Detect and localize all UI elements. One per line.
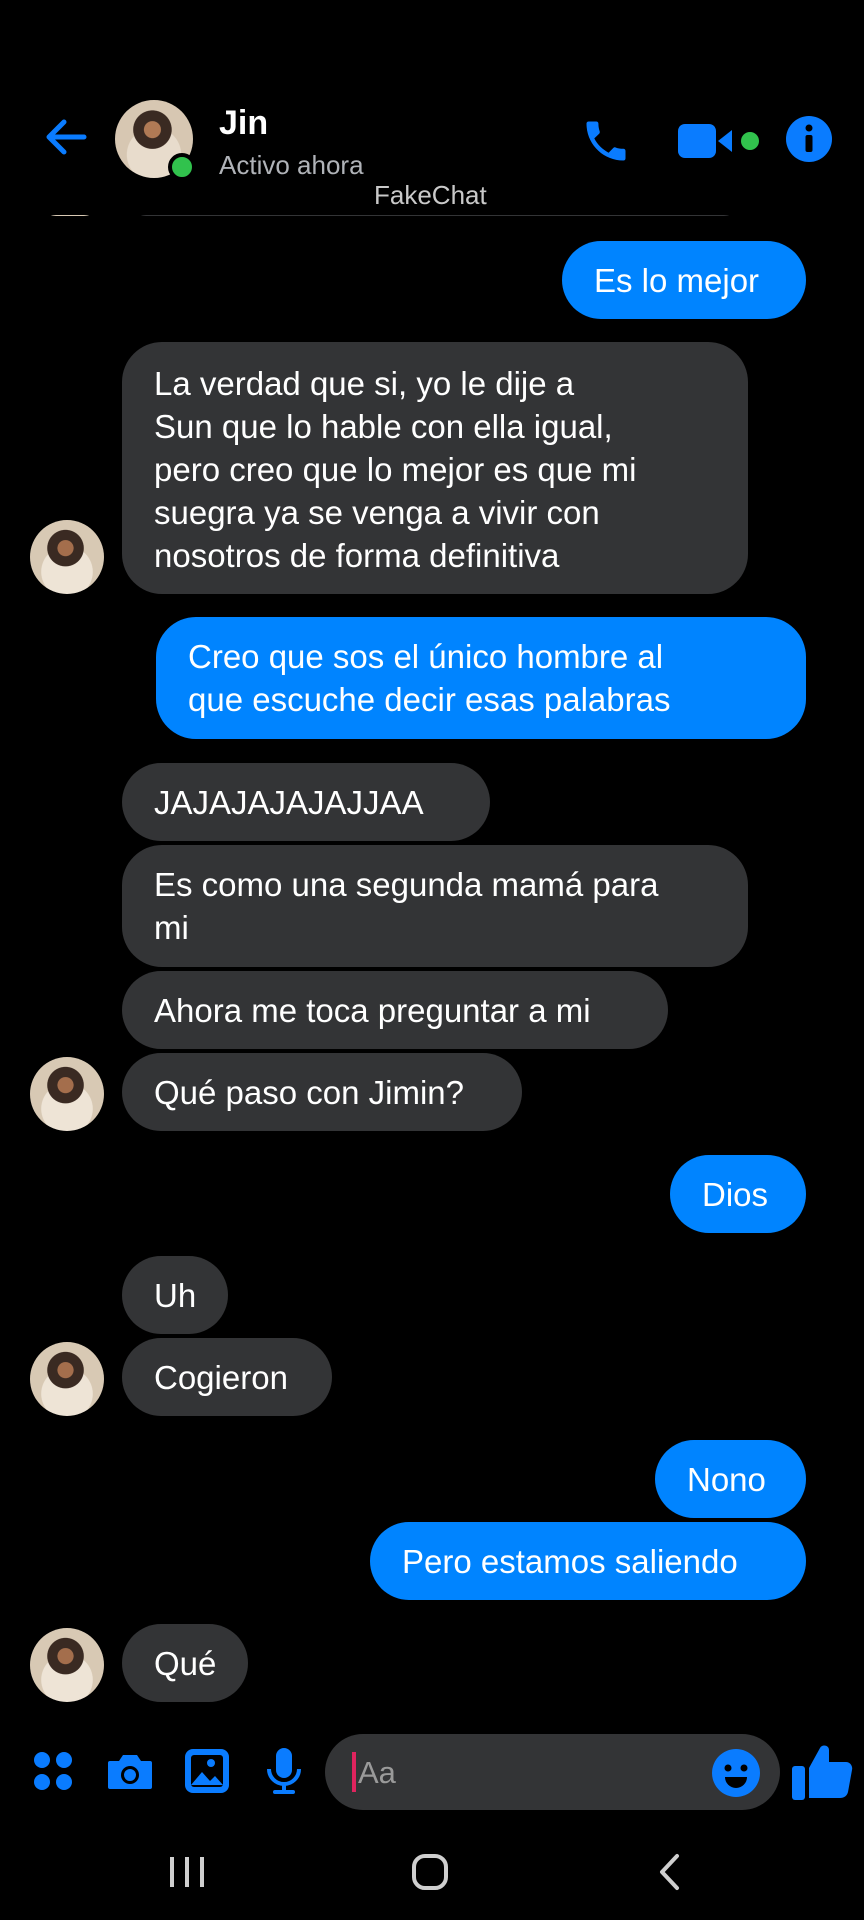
contact-avatar[interactable]: [115, 100, 196, 181]
message-bubble-sent[interactable]: Nono: [655, 1440, 806, 1518]
contact-avatar-small[interactable]: [30, 1057, 104, 1131]
contact-name[interactable]: Jin: [219, 104, 268, 143]
message-input-placeholder: Aa: [358, 1755, 396, 1790]
message-bubble-received[interactable]: Ahora me toca preguntar a mi: [122, 971, 668, 1049]
message-bubble-sent[interactable]: Pero estamos saliendo: [370, 1522, 806, 1600]
apps-icon[interactable]: [27, 1745, 79, 1797]
message-text: Pero estamos saliendo: [402, 1542, 738, 1580]
message-text: Es lo mejor: [594, 261, 760, 299]
watermark-text: FakeChat: [374, 180, 487, 210]
message-text: Nono: [687, 1460, 766, 1498]
back-arrow-icon[interactable]: [40, 112, 90, 162]
contact-avatar-small[interactable]: [30, 1628, 104, 1702]
info-icon[interactable]: [785, 115, 833, 163]
message-text: Uh: [154, 1276, 197, 1314]
message-bubble-received[interactable]: Uh: [122, 1256, 228, 1334]
message-bubble-received[interactable]: Qué: [122, 1624, 248, 1702]
phone-icon[interactable]: [580, 115, 632, 167]
active-status-dot: [168, 153, 196, 181]
message-text: Cogieron: [154, 1358, 288, 1396]
message-text: Ahora me toca preguntar a mi: [154, 991, 591, 1029]
message-text: Dios: [702, 1175, 769, 1213]
chat-header: Jin Activo ahora FakeChat: [0, 0, 864, 215]
nav-back-icon[interactable]: [655, 1852, 685, 1892]
contact-avatar-small[interactable]: [30, 1342, 104, 1416]
message-bubble-sent[interactable]: Es lo mejor: [562, 241, 806, 319]
message-bubble-received[interactable]: La verdad que si, yo le dije a Sun que l…: [122, 342, 748, 594]
home-icon[interactable]: [410, 1852, 450, 1892]
contact-avatar-small[interactable]: [30, 520, 104, 594]
message-bubble-received[interactable]: Qué paso con Jimin?: [122, 1053, 522, 1131]
message-bubble-sent[interactable]: Dios: [670, 1155, 806, 1233]
video-camera-icon[interactable]: [676, 118, 766, 164]
message-bubble-received[interactable]: JAJAJAJAJAJJAA: [122, 763, 490, 841]
contact-status: Activo ahora: [219, 150, 364, 180]
message-bubble-received[interactable]: Es como una segunda mamá para mi: [122, 845, 748, 967]
message-text: JAJAJAJAJAJJAA: [154, 783, 424, 821]
message-text: Es como una segunda mamá para mi: [154, 866, 659, 946]
microphone-icon[interactable]: [258, 1745, 310, 1797]
message-bubble-received[interactable]: Cogieron: [122, 1338, 332, 1416]
thumbs-up-icon[interactable]: [790, 1738, 856, 1804]
message-bubble-sent[interactable]: Creo que sos el único hombre al que escu…: [156, 617, 806, 739]
message-text: Creo que sos el único hombre al que escu…: [188, 638, 671, 718]
gallery-icon[interactable]: [181, 1745, 233, 1797]
camera-icon[interactable]: [104, 1745, 156, 1797]
recent-apps-icon[interactable]: [165, 1855, 209, 1889]
text-cursor: [352, 1752, 356, 1792]
message-text: Qué paso con Jimin?: [154, 1073, 465, 1111]
message-text: Qué: [154, 1644, 217, 1682]
emoji-icon[interactable]: [710, 1747, 762, 1799]
message-text: La verdad que si, yo le dije a Sun que l…: [154, 365, 637, 574]
